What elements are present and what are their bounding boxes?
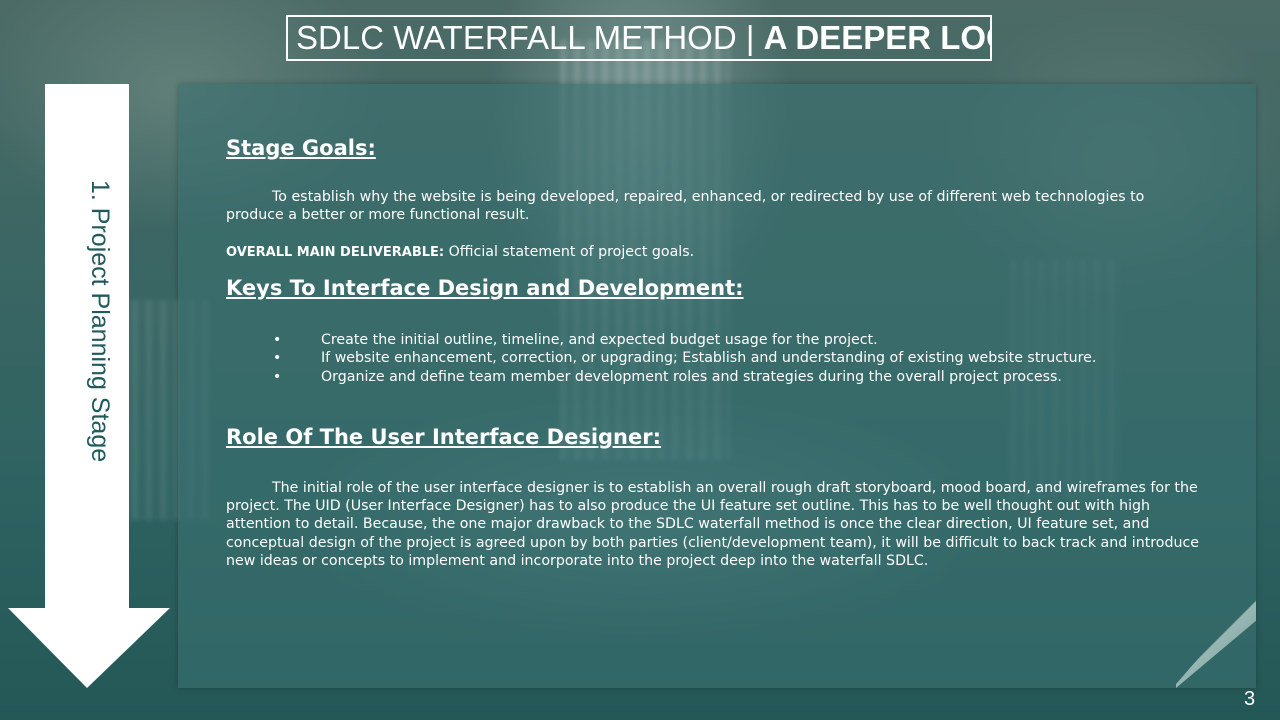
- list-item: • Create the initial outline, timeline, a…: [226, 331, 1206, 350]
- deliverable-label: OVERALL MAIN DELIVERABLE:: [226, 244, 445, 260]
- list-item-text: If website enhancement, correction, or u…: [321, 350, 1097, 367]
- bullet-icon: •: [273, 331, 282, 348]
- stage-goals-text: To establish why the website is being de…: [226, 189, 1145, 224]
- deliverable-line: OVERALL MAIN DELIVERABLE: Official state…: [226, 243, 1206, 262]
- stage-label: 1. Project Planning Stage: [86, 180, 114, 463]
- slide-title-main: SDLC WATERFALL METHOD |: [296, 19, 764, 56]
- deliverable-text: Official statement of project goals.: [444, 243, 695, 260]
- bullet-icon: •: [273, 369, 282, 385]
- list-item: • If website enhancement, correction, or …: [226, 349, 1206, 368]
- list-item-text: Create the initial outline, timeline, an…: [321, 331, 878, 348]
- role-heading: Role Of The User Interface Designer:: [226, 424, 662, 449]
- role-text: The initial role of the user interface d…: [226, 479, 1199, 570]
- stage-goals-heading: Stage Goals:: [226, 136, 376, 160]
- keys-list: • Create the initial outline, timeline, a…: [226, 331, 1206, 387]
- bullet-icon: •: [273, 350, 282, 367]
- keys-heading: Keys To Interface Design and Development…: [226, 275, 744, 300]
- list-item-text: Organize and define team member developm…: [321, 369, 1062, 385]
- page-number: 3: [1244, 688, 1256, 710]
- list-item: • Organize and define team member develop…: [226, 368, 1206, 387]
- slide-title-bold: A DEEPER LOOK: [763, 19, 990, 56]
- slide-content: Stage Goals: To establish why the websit…: [226, 136, 1206, 571]
- slide-title: SDLC WATERFALL METHOD | A DEEPER LOOK: [286, 15, 992, 61]
